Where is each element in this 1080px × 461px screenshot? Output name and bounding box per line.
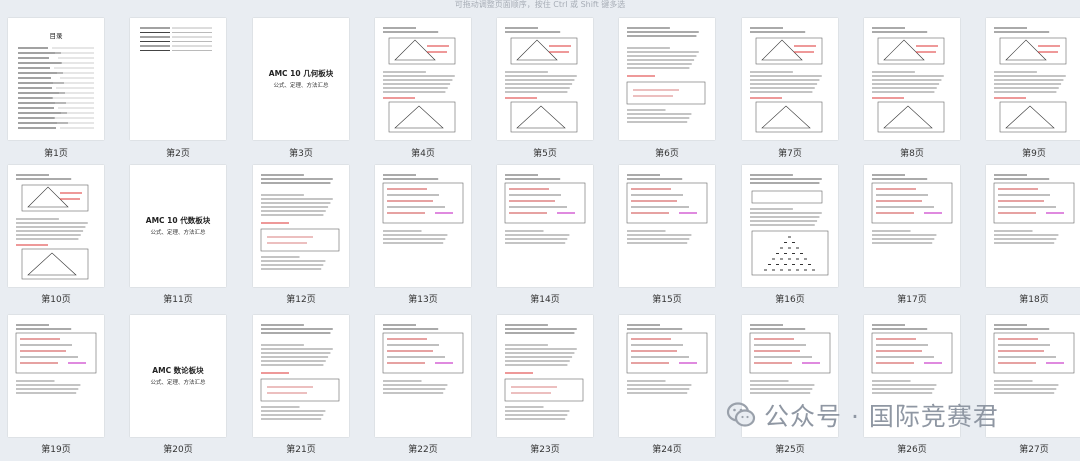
page-number-label: 第19页 [41,445,71,455]
section-subtitle: 公式、定理、方法汇总 [150,380,206,386]
page-content-preview [15,324,97,394]
page-thumbnail[interactable] [742,18,838,140]
page-content-preview [505,27,578,133]
wechat-icon [726,400,756,430]
page-content-preview [504,324,584,420]
page-number-label: 第26页 [897,445,927,455]
page-content-preview [16,174,89,280]
section-subtitle: 公式、定理、方法汇总 [150,230,206,236]
page-content-preview [383,27,456,133]
page-content-preview [626,324,708,394]
watermark-text: 公众号 · 国际竞赛君 [764,402,999,431]
page-number-label: 第11页 [163,295,193,305]
page-thumbnail[interactable] [8,315,104,437]
page-content-preview [993,174,1075,244]
drag-hint: 可拖动调整页面顺序，按住 Ctrl 或 Shift 键多选 [454,0,626,9]
page-thumbnail[interactable]: 目录 [8,18,104,140]
page-thumbnail[interactable] [253,165,349,287]
page-thumbnail[interactable] [253,315,349,437]
page-content-preview [260,174,340,270]
page-content-preview [382,174,464,244]
page-number-label: 第21页 [286,445,316,455]
section-title: AMC 10 几何板块 [268,69,334,78]
watermark: 公众号 · 国际竞赛君 [726,398,1056,432]
page-number-label: 第10页 [41,295,71,305]
page-thumbnail[interactable] [986,18,1080,140]
page-content-preview [872,27,945,133]
page-number-label: 第18页 [1019,295,1049,305]
page-number-label: 第12页 [286,295,316,305]
page-thumbnail[interactable] [864,165,960,287]
page-content-preview [626,174,708,244]
page-content-preview [994,27,1067,133]
page-content-preview [260,324,340,420]
page-thumbnail[interactable] [497,315,593,437]
page-thumbnail[interactable]: AMC 数论板块 公式、定理、方法汇总 [130,315,226,437]
page-number-label: 第5页 [533,149,557,159]
page-number-label: 第22页 [408,445,438,455]
page-number-label: 第13页 [408,295,438,305]
page-content-preview [750,174,829,276]
page-content-preview [750,27,823,133]
page-number-label: 第1页 [44,149,68,159]
page-thumbnail[interactable] [375,315,471,437]
page-number-label: 第6页 [655,149,679,159]
page-number-label: 第15页 [652,295,682,305]
page-number-label: 第7页 [778,149,802,159]
section-title: AMC 10 代数板块 [145,216,211,225]
page-number-label: 第3页 [289,149,313,159]
page-number-label: 第20页 [163,445,193,455]
page-content-preview [504,174,586,244]
page-thumbnail[interactable] [130,18,226,140]
page-thumbnail[interactable]: AMC 10 几何板块 公式、定理、方法汇总 [253,18,349,140]
page-content-preview [140,27,212,51]
page-number-label: 第27页 [1019,445,1049,455]
page-number-label: 第9页 [1022,149,1046,159]
page-thumbnail[interactable] [986,165,1080,287]
page-thumbnail[interactable] [497,165,593,287]
page-thumbnail[interactable] [375,165,471,287]
page-number-label: 第16页 [775,295,805,305]
page-number-label: 第4页 [411,149,435,159]
page-content-preview [626,27,706,123]
page-thumbnail[interactable] [619,165,715,287]
page-thumbnail[interactable] [742,165,838,287]
page-number-label: 第24页 [652,445,682,455]
page-thumbnail[interactable] [864,18,960,140]
page-thumbnail[interactable]: AMC 10 代数板块 公式、定理、方法汇总 [130,165,226,287]
page-number-label: 第25页 [775,445,805,455]
page-number-label: 第17页 [897,295,927,305]
page-thumbnail[interactable] [497,18,593,140]
page-number-label: 第8页 [900,149,924,159]
section-subtitle: 公式、定理、方法汇总 [273,83,329,89]
page-number-label: 第2页 [166,149,190,159]
page-content-preview [382,324,464,394]
page-content-preview [871,174,953,244]
page-thumbnail[interactable] [619,18,715,140]
section-title: AMC 数论板块 [152,366,204,375]
page-thumbnail[interactable] [8,165,104,287]
page-number-label: 第23页 [530,445,560,455]
page-thumbnail[interactable] [375,18,471,140]
toc-title: 目录 [49,32,63,40]
page-number-label: 第14页 [530,295,560,305]
page-thumbnail[interactable] [619,315,715,437]
